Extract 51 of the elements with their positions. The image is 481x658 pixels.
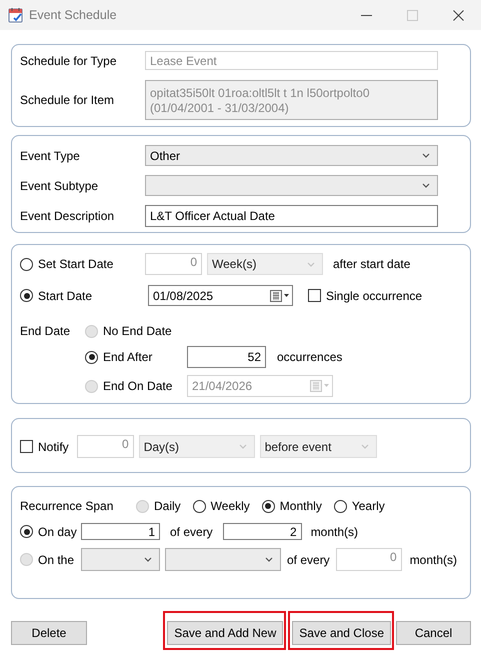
action-button[interactable]: Cancel bbox=[396, 621, 471, 645]
action-button[interactable]: Save and Close bbox=[292, 621, 391, 645]
field-label: of every bbox=[287, 552, 330, 566]
radio-label: Monthly bbox=[280, 499, 322, 513]
radio-label: Daily bbox=[154, 499, 181, 513]
caret-icon[interactable] bbox=[422, 153, 430, 158]
caret-icon[interactable] bbox=[265, 557, 273, 562]
field-label: Event Subtype bbox=[20, 178, 100, 192]
months-field[interactable]: 2 bbox=[222, 523, 302, 540]
action-button[interactable]: Save and Add New bbox=[167, 621, 284, 645]
field-label: Recurrence Span bbox=[20, 499, 114, 513]
radio-label: Start Date bbox=[38, 288, 92, 302]
action-button[interactable]: Delete bbox=[11, 621, 87, 645]
checkbox[interactable] bbox=[308, 289, 321, 302]
radio-label: Weekly bbox=[210, 499, 250, 513]
close-icon[interactable] bbox=[452, 10, 464, 20]
radio-button[interactable] bbox=[85, 350, 98, 364]
window-title: Event Schedule bbox=[29, 8, 118, 22]
radio-button[interactable] bbox=[20, 525, 33, 538]
field-label: Event Description bbox=[20, 209, 116, 223]
radio-label: End On Date bbox=[103, 379, 172, 393]
suffix-label: after start date bbox=[333, 257, 410, 271]
field-label: month(s) bbox=[310, 524, 358, 538]
field-label: Schedule for Type bbox=[20, 54, 118, 68]
radio-label: On day bbox=[38, 524, 77, 538]
field-label: Schedule for Item bbox=[20, 93, 116, 107]
radio-button[interactable] bbox=[192, 500, 206, 512]
description-field[interactable]: L&T Officer Actual Date bbox=[145, 205, 438, 227]
radio-button[interactable] bbox=[20, 289, 33, 302]
checkbox-label: Single occurrence bbox=[326, 288, 422, 302]
radio-button[interactable] bbox=[334, 500, 347, 512]
count-field[interactable]: 52 bbox=[187, 346, 266, 368]
caret-icon[interactable] bbox=[144, 557, 152, 562]
radio-label: End After bbox=[103, 350, 152, 364]
calendar-check-icon bbox=[8, 7, 24, 23]
field-label: of every bbox=[170, 524, 213, 538]
checkbox-label: Notify bbox=[38, 440, 69, 454]
suffix-label: occurrences bbox=[277, 350, 342, 364]
start-date-field[interactable]: 01/08/2025 bbox=[148, 285, 293, 306]
calendar-dropdown-icon[interactable] bbox=[270, 290, 290, 302]
day-field[interactable]: 1 bbox=[81, 523, 160, 540]
field-label: month(s) bbox=[410, 552, 458, 566]
field-label: End Date bbox=[20, 324, 72, 338]
caret-icon[interactable] bbox=[422, 183, 430, 188]
field-label: Event Type bbox=[20, 148, 81, 162]
event-type-dropdown[interactable]: Other bbox=[145, 145, 438, 166]
radio-button[interactable] bbox=[262, 500, 275, 512]
radio-label: No End Date bbox=[103, 324, 172, 338]
radio-label: On the bbox=[38, 552, 74, 566]
radio-label: Yearly bbox=[352, 499, 385, 513]
radio-label: Set Start Date bbox=[38, 257, 114, 271]
